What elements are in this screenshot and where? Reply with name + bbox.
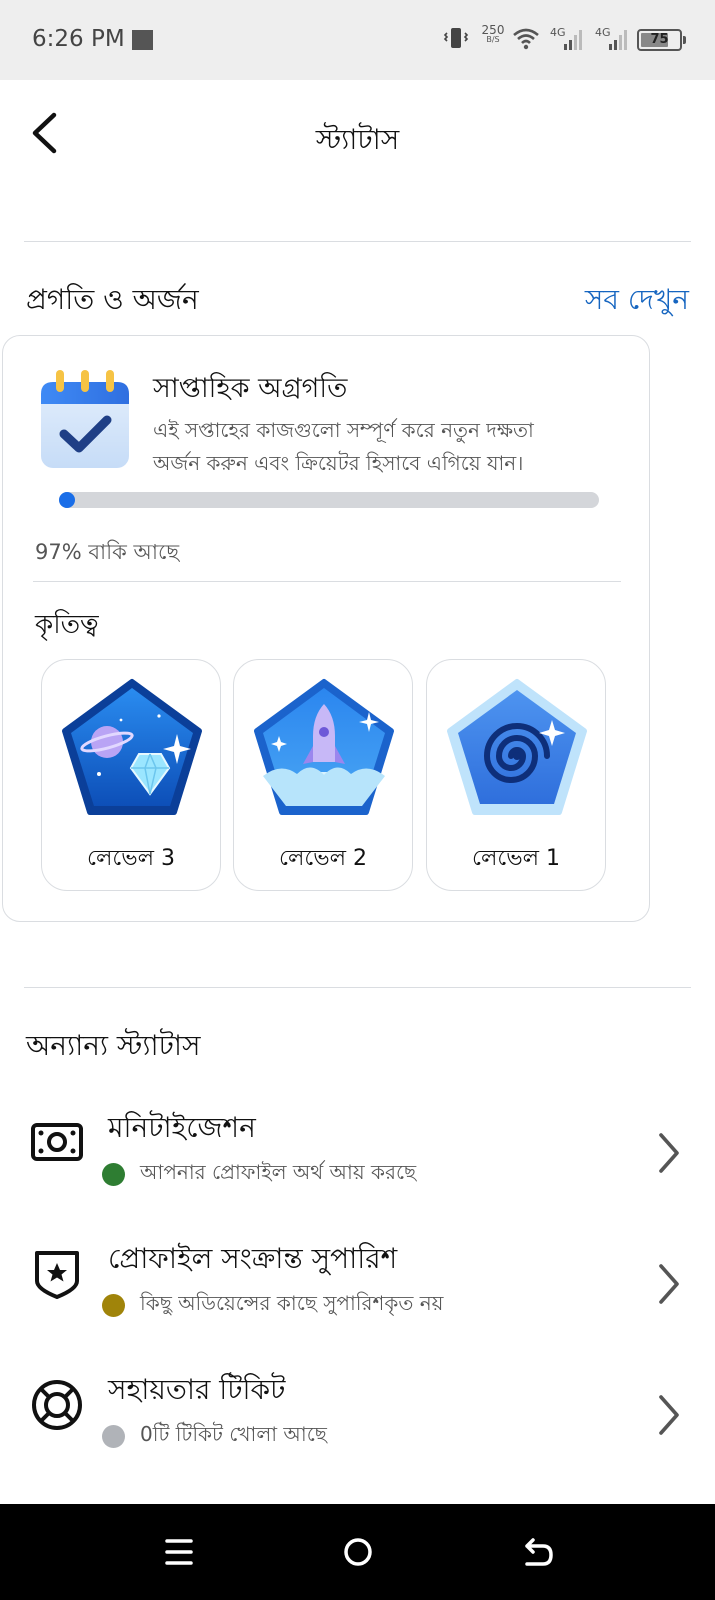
status-row-support-tickets[interactable]: সহায়তার টিকিট 0টি টিকিট খোলা আছে xyxy=(0,1360,715,1470)
remaining-text: 97% বাকি আছে xyxy=(35,540,180,564)
home-circle-icon xyxy=(344,1538,372,1566)
calendar-check-icon xyxy=(41,370,129,468)
progress-card: সাপ্তাহিক অগ্রগতি এই সপ্তাহের কাজগুলো সম… xyxy=(2,335,650,922)
battery-icon: 75 xyxy=(637,29,686,51)
chevron-right-icon xyxy=(659,1395,679,1435)
chevron-right-icon xyxy=(659,1264,679,1304)
chevron-right-icon xyxy=(659,1133,679,1173)
app-header: স্ট্যাটাস xyxy=(0,80,715,190)
signal-sim2-icon: 4G xyxy=(595,24,635,50)
planet-diamond-badge-icon xyxy=(62,679,202,815)
divider xyxy=(24,987,691,988)
status-bar: 6:26 PM 250 B/S 4G 4G 75 xyxy=(0,0,715,80)
notification-icon xyxy=(132,30,153,50)
galaxy-badge-icon xyxy=(447,679,587,815)
badge-label: লেভেল 2 xyxy=(279,846,367,871)
vibrate-icon xyxy=(443,26,469,55)
badge-label: লেভেল 3 xyxy=(87,846,175,871)
section-title-progress: প্রগতি ও অর্জন xyxy=(26,283,199,316)
status-row-subtitle: কিছু অডিয়েন্সের কাছে সুপারিশকৃত নয় xyxy=(140,1291,444,1315)
see-all-link[interactable]: সব দেখুন xyxy=(585,278,689,325)
status-dot xyxy=(102,1163,125,1186)
badge-level-3[interactable]: লেভেল 3 xyxy=(41,659,221,891)
lifebuoy-icon xyxy=(32,1380,82,1430)
menu-icon xyxy=(165,1539,193,1565)
wifi-icon xyxy=(513,28,539,54)
badge-label: লেভেল 1 xyxy=(472,846,560,871)
status-row-recommendation[interactable]: প্রোফাইল সংক্রান্ত সুপারিশ কিছু অডিয়েন্… xyxy=(0,1229,715,1339)
shield-star-icon xyxy=(35,1251,79,1299)
status-row-subtitle: 0টি টিকিট খোলা আছে xyxy=(140,1422,327,1446)
rocket-badge-icon xyxy=(254,679,394,815)
section-title-other-status: অন্যান্য স্ট্যাটাস xyxy=(26,1029,201,1062)
weekly-progress-fill xyxy=(59,492,76,508)
status-time: 6:26 PM xyxy=(32,26,125,52)
money-icon xyxy=(31,1123,83,1161)
system-nav-bar xyxy=(0,1504,715,1600)
divider xyxy=(24,241,691,242)
back-arrow-icon xyxy=(525,1538,553,1566)
status-row-subtitle: আপনার প্রোফাইল অর্থ আয় করছে xyxy=(140,1160,417,1184)
badge-level-2[interactable]: লেভেল 2 xyxy=(233,659,413,891)
divider xyxy=(33,581,621,582)
signal-sim1-icon: 4G xyxy=(550,24,590,50)
status-row-monetization[interactable]: মনিটাইজেশন আপনার প্রোফাইল অর্থ আয় করছে xyxy=(0,1098,715,1208)
weekly-progress-title: সাপ্তাহিক অগ্রগতি xyxy=(153,373,348,404)
weekly-progress-bar xyxy=(59,492,599,508)
status-row-title: মনিটাইজেশন xyxy=(108,1111,256,1144)
home-button[interactable] xyxy=(338,1532,378,1572)
status-dot xyxy=(102,1294,125,1317)
menu-button[interactable] xyxy=(159,1532,199,1572)
badge-level-1[interactable]: লেভেল 1 xyxy=(426,659,606,891)
weekly-progress-description: এই সপ্তাহের কাজগুলো সম্পূর্ণ করে নতুন দক… xyxy=(153,418,534,475)
page-title: স্ট্যাটাস xyxy=(315,123,400,156)
back-nav-button[interactable] xyxy=(517,1532,557,1572)
achievements-title: কৃতিত্ব xyxy=(35,610,99,640)
net-speed: 250 B/S xyxy=(481,23,505,44)
status-row-title: সহায়তার টিকিট xyxy=(108,1373,286,1406)
status-dot xyxy=(102,1425,125,1448)
status-row-title: প্রোফাইল সংক্রান্ত সুপারিশ xyxy=(108,1242,398,1275)
